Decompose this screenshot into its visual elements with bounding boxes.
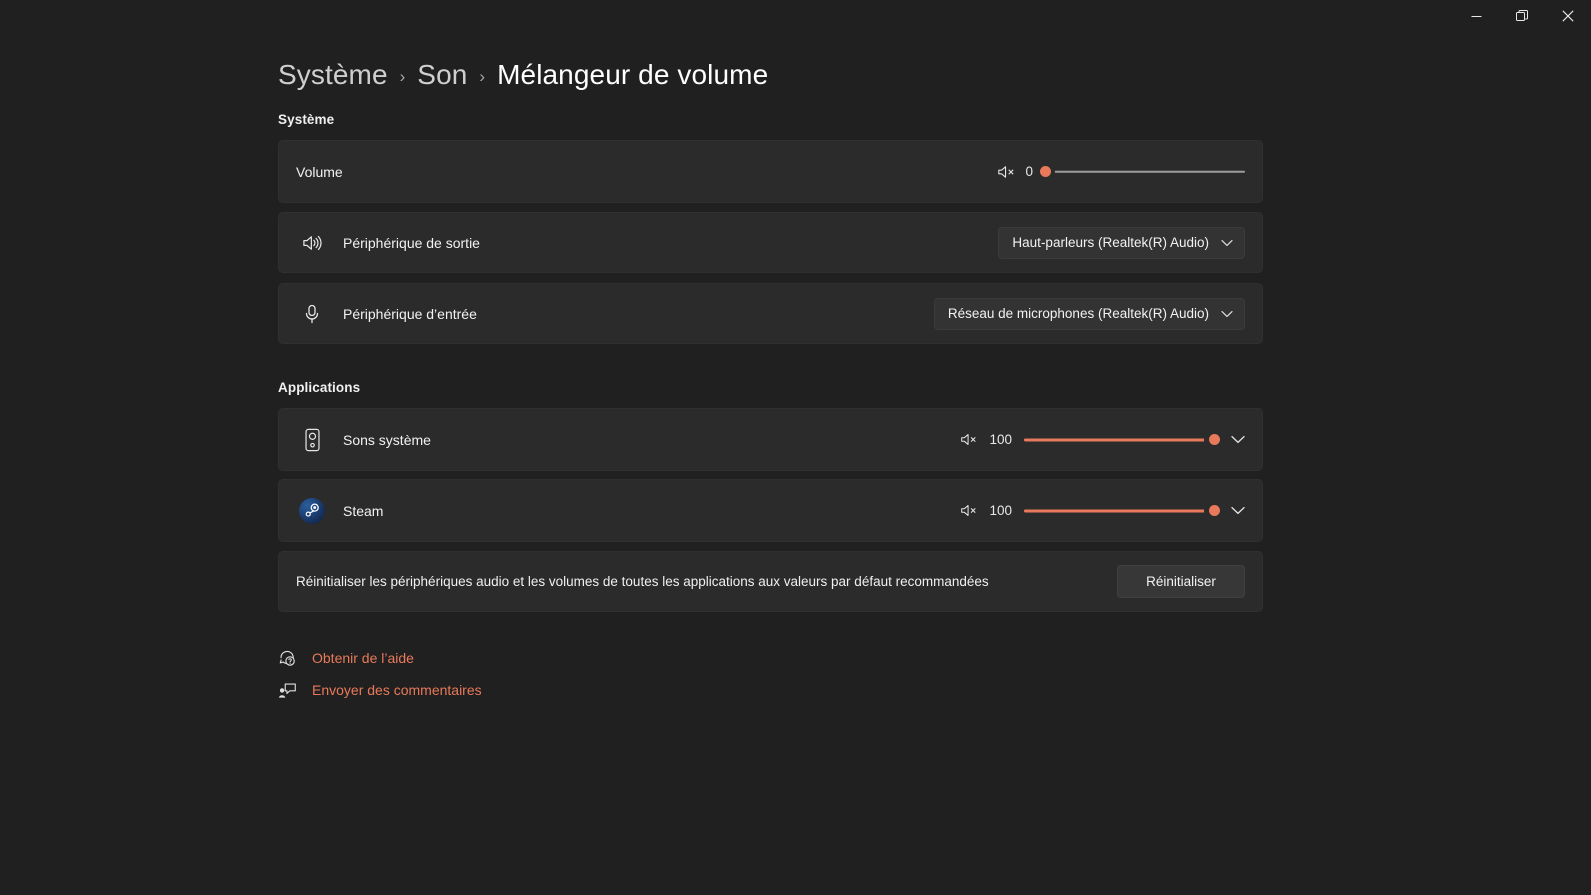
system-sounds-value: 100: [989, 432, 1012, 447]
breadcrumb-separator-icon: ›: [479, 67, 486, 86]
volume-value: 0: [1025, 164, 1033, 179]
system-sounds-slider-group: 100: [960, 424, 1262, 456]
chevron-down-icon: [1231, 435, 1245, 444]
chevron-down-icon: [1221, 310, 1233, 318]
breadcrumb-item-systeme[interactable]: Système: [278, 59, 388, 91]
row-output-device: Périphérique de sortie Haut-parleurs (Re…: [278, 212, 1263, 273]
close-icon: [1562, 10, 1574, 22]
section-header-systeme: Système: [278, 112, 335, 127]
output-device-value: Haut-parleurs (Realtek(R) Audio): [1012, 235, 1209, 250]
slider-track: [1045, 170, 1245, 173]
link-send-feedback-label: Envoyer des commentaires: [312, 682, 482, 698]
steam-value: 100: [989, 503, 1012, 518]
link-get-help[interactable]: Obtenir de l’aide: [278, 646, 414, 670]
reset-description: Réinitialiser les périphériques audio et…: [296, 574, 989, 589]
section-header-applications: Applications: [278, 380, 361, 395]
speaker-muted-icon[interactable]: [960, 432, 977, 447]
minimize-button[interactable]: [1453, 0, 1499, 32]
system-speaker-icon: [297, 428, 327, 452]
speaker-muted-icon[interactable]: [960, 503, 977, 518]
slider-thumb[interactable]: [1035, 161, 1055, 182]
row-app-steam-label: Steam: [343, 502, 384, 519]
microphone-icon: [297, 304, 327, 324]
chevron-down-icon: [1221, 239, 1233, 247]
reset-button[interactable]: Réinitialiser: [1117, 565, 1245, 598]
help-icon: [278, 649, 300, 668]
link-get-help-label: Obtenir de l’aide: [312, 650, 414, 666]
steam-expand-button[interactable]: [1222, 495, 1254, 527]
volume-slider[interactable]: [1035, 161, 1245, 183]
row-app-system-sounds: Sons système 100: [278, 408, 1263, 471]
row-app-system-sounds-label: Sons système: [343, 431, 431, 448]
steam-slider[interactable]: [1024, 500, 1224, 522]
breadcrumb: Système › Son › Mélangeur de volume: [278, 56, 768, 94]
slider-thumb[interactable]: [1204, 500, 1224, 521]
slider-fill: [1024, 509, 1214, 512]
output-device-dropdown[interactable]: Haut-parleurs (Realtek(R) Audio): [998, 226, 1245, 259]
page-title: Mélangeur de volume: [497, 59, 769, 90]
restore-icon: [1516, 10, 1528, 22]
breadcrumb-separator-icon: ›: [399, 67, 406, 86]
settings-page: Système › Son › Mélangeur de volume Syst…: [0, 0, 1591, 895]
feedback-icon: [278, 681, 300, 699]
speaker-waves-icon: [297, 234, 327, 252]
slider-thumb[interactable]: [1204, 429, 1224, 450]
slider-fill: [1024, 438, 1214, 441]
row-volume-label: Volume: [296, 163, 343, 180]
link-send-feedback[interactable]: Envoyer des commentaires: [278, 678, 482, 702]
speaker-muted-icon[interactable]: [997, 164, 1015, 180]
window-titlebar: [0, 0, 1591, 32]
input-device-dropdown[interactable]: Réseau de microphones (Realtek(R) Audio): [933, 297, 1245, 330]
volume-slider-group: 0: [997, 161, 1262, 183]
minimize-icon: [1471, 11, 1482, 22]
steam-logo-icon: [297, 497, 327, 524]
maximize-button[interactable]: [1499, 0, 1545, 32]
system-sounds-slider[interactable]: [1024, 429, 1224, 451]
input-device-value: Réseau de microphones (Realtek(R) Audio): [947, 306, 1209, 321]
steam-slider-group: 100: [960, 495, 1262, 527]
steam-logo-glyph: [299, 497, 325, 524]
row-volume: Volume 0: [278, 140, 1263, 203]
row-app-steam: Steam 100: [278, 479, 1263, 542]
system-sounds-expand-button[interactable]: [1222, 424, 1254, 456]
close-button[interactable]: [1545, 0, 1591, 32]
row-input-device: Périphérique d’entrée Réseau de micropho…: [278, 283, 1263, 344]
row-reset: Réinitialiser les périphériques audio et…: [278, 551, 1263, 612]
row-output-device-label: Périphérique de sortie: [343, 234, 480, 251]
chevron-down-icon: [1231, 506, 1245, 515]
breadcrumb-item-son[interactable]: Son: [417, 59, 467, 91]
row-input-device-label: Périphérique d’entrée: [343, 305, 477, 322]
